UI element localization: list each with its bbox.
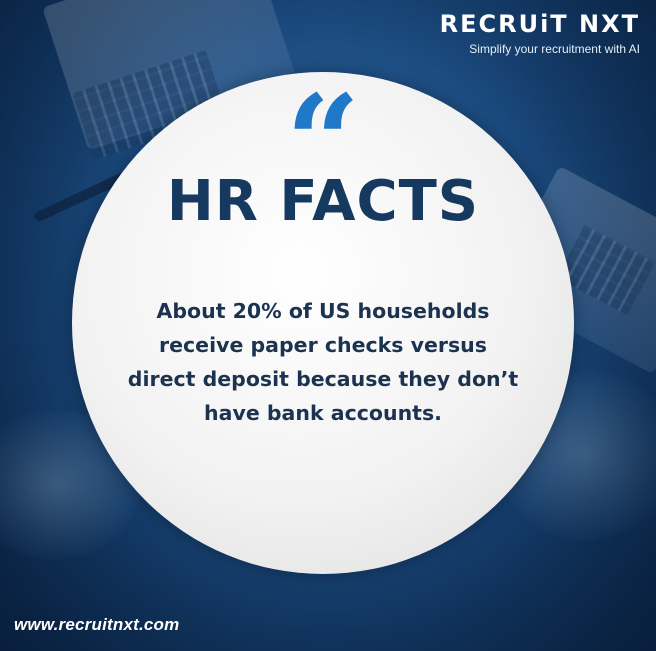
headline: HR FACTS: [166, 169, 480, 234]
logo-tagline: Simplify your recruitment with AI: [469, 42, 640, 56]
hr-facts-poster: RECRUiT NXT Simplify your recruitment wi…: [0, 0, 656, 651]
brand-logo: RECRUiT NXT Simplify your recruitment wi…: [440, 10, 640, 56]
fact-text: About 20% of US households receive paper…: [127, 299, 519, 425]
logo-wordmark: RECRUiT NXT: [439, 10, 640, 38]
fact-circle: “ HR FACTS About 20% of US households re…: [72, 72, 574, 574]
website-url: www.recruitnxt.com: [14, 615, 180, 634]
